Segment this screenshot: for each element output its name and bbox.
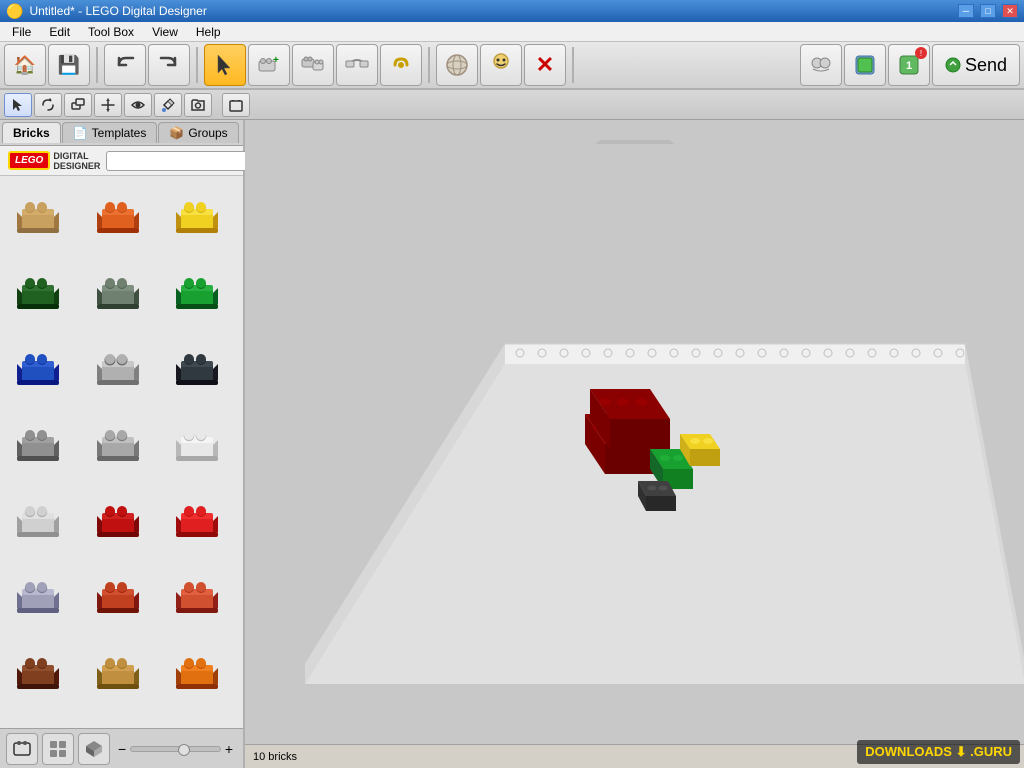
- search-input[interactable]: [106, 151, 258, 171]
- menu-bar: File Edit Tool Box View Help: [0, 22, 1024, 42]
- svg-text:+: +: [273, 55, 279, 66]
- home-button[interactable]: 🏠: [4, 44, 46, 86]
- list-item[interactable]: [84, 332, 156, 404]
- brick-panel: Bricks 📄 Templates 📦 Groups LEGO DIGITAL…: [0, 120, 245, 768]
- menu-view[interactable]: View: [144, 23, 186, 41]
- list-item[interactable]: [4, 408, 76, 480]
- send-label: Send: [965, 55, 1007, 76]
- separator-1: [96, 47, 98, 83]
- chain-icon[interactable]: [380, 44, 422, 86]
- bricks-label: Bricks: [13, 126, 50, 140]
- list-item[interactable]: [163, 332, 235, 404]
- zoom-control: − +: [114, 741, 237, 757]
- list-item[interactable]: [4, 180, 76, 252]
- tab-groups[interactable]: 📦 Groups: [158, 122, 238, 143]
- view-mode-3[interactable]: [78, 733, 110, 765]
- watermark-text: DOWNLOADS: [865, 744, 952, 759]
- watermark-arrow: ⬇: [956, 744, 967, 759]
- secondary-toolbar: [0, 90, 1024, 120]
- list-item[interactable]: [84, 180, 156, 252]
- minimize-button[interactable]: ─: [958, 4, 974, 18]
- brick-grid: [0, 176, 243, 728]
- main-content: Bricks 📄 Templates 📦 Groups LEGO DIGITAL…: [0, 120, 1024, 768]
- view-mode-2[interactable]: [42, 733, 74, 765]
- list-item[interactable]: [163, 484, 235, 556]
- list-item[interactable]: [84, 560, 156, 632]
- list-item[interactable]: [163, 256, 235, 328]
- list-item[interactable]: [163, 712, 235, 728]
- zoom-in-icon[interactable]: +: [225, 741, 233, 757]
- menu-toolbox[interactable]: Tool Box: [80, 23, 142, 41]
- build-guide[interactable]: [844, 44, 886, 86]
- camera-tool[interactable]: [184, 93, 212, 117]
- title-bar: 🟡 Untitled* - LEGO Digital Designer ─ □ …: [0, 0, 1024, 22]
- list-item[interactable]: [163, 408, 235, 480]
- list-item[interactable]: [4, 636, 76, 708]
- brick-count: 10 bricks: [253, 751, 297, 763]
- select-tool[interactable]: [4, 93, 32, 117]
- separator-4: [572, 47, 574, 83]
- clone-tool[interactable]: [64, 93, 92, 117]
- delete-button[interactable]: ✕: [524, 44, 566, 86]
- list-item[interactable]: [163, 560, 235, 632]
- paint-tool[interactable]: [154, 93, 182, 117]
- tab-templates[interactable]: 📄 Templates: [62, 122, 158, 143]
- flex-tool[interactable]: [336, 44, 378, 86]
- tab-bricks[interactable]: Bricks: [2, 122, 61, 143]
- 3d-viewport[interactable]: [245, 120, 1024, 768]
- watermark-suffix: .GURU: [970, 744, 1012, 759]
- view-rotate[interactable]: [436, 44, 478, 86]
- list-item[interactable]: [84, 484, 156, 556]
- close-button[interactable]: ✕: [1002, 4, 1018, 18]
- list-item[interactable]: [4, 560, 76, 632]
- pointer-tool[interactable]: [204, 44, 246, 86]
- zoom-thumb[interactable]: [178, 744, 190, 756]
- app-icon: 🟡: [6, 3, 23, 20]
- list-item[interactable]: [4, 712, 76, 728]
- community-button[interactable]: [800, 44, 842, 86]
- lego-logo: LEGO: [8, 151, 50, 170]
- building-instructions[interactable]: 1 !: [888, 44, 930, 86]
- hinge-tool[interactable]: [292, 44, 334, 86]
- undo-button[interactable]: [104, 44, 146, 86]
- menu-help[interactable]: Help: [188, 23, 229, 41]
- view-mode-1[interactable]: [6, 733, 38, 765]
- hide-tool[interactable]: [124, 93, 152, 117]
- svg-text:1: 1: [906, 60, 912, 72]
- list-item[interactable]: [84, 408, 156, 480]
- zoom-out-icon[interactable]: −: [118, 741, 126, 757]
- rotate-tool[interactable]: [34, 93, 62, 117]
- dd-subtitle: DIGITAL DESIGNER: [53, 151, 100, 171]
- list-item[interactable]: [4, 256, 76, 328]
- list-item[interactable]: [163, 180, 235, 252]
- templates-label: Templates: [92, 126, 147, 140]
- list-item[interactable]: [84, 712, 156, 728]
- separator-2: [196, 47, 198, 83]
- add-brick-button[interactable]: +: [248, 44, 290, 86]
- menu-edit[interactable]: Edit: [41, 23, 78, 41]
- maximize-button[interactable]: □: [980, 4, 996, 18]
- fullscreen-tool[interactable]: [222, 93, 250, 117]
- face-view[interactable]: [480, 44, 522, 86]
- redo-button[interactable]: [148, 44, 190, 86]
- list-item[interactable]: [84, 636, 156, 708]
- move-tool[interactable]: [94, 93, 122, 117]
- menu-file[interactable]: File: [4, 23, 39, 41]
- list-item[interactable]: [4, 332, 76, 404]
- panel-header: LEGO DIGITAL DESIGNER ◀◀: [0, 146, 243, 176]
- zoom-slider[interactable]: [130, 746, 221, 752]
- send-button[interactable]: Send: [932, 44, 1020, 86]
- list-item[interactable]: [163, 636, 235, 708]
- list-item[interactable]: [4, 484, 76, 556]
- canvas-area[interactable]: ▲: [245, 120, 1024, 768]
- list-item[interactable]: [84, 256, 156, 328]
- panel-tabs: Bricks 📄 Templates 📦 Groups: [0, 120, 243, 146]
- groups-label: Groups: [188, 126, 227, 140]
- window-title: Untitled* - LEGO Digital Designer: [29, 4, 952, 18]
- save-button[interactable]: 💾: [48, 44, 90, 86]
- separator-3: [428, 47, 430, 83]
- main-toolbar: 🏠 💾 +: [0, 42, 1024, 90]
- watermark: DOWNLOADS ⬇ .GURU: [857, 740, 1020, 764]
